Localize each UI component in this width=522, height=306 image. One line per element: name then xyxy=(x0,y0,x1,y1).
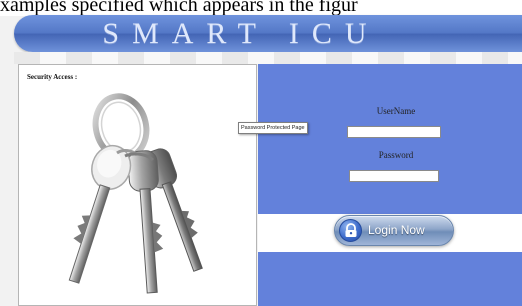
keys-icon xyxy=(68,93,203,294)
username-label: UserName xyxy=(376,106,416,116)
password-label: Password xyxy=(378,150,414,160)
username-input[interactable] xyxy=(347,126,441,138)
login-button[interactable]: Login Now xyxy=(334,215,454,246)
figure-caption: xamples specified which appears in the f… xyxy=(0,0,522,16)
smart-icu-login-page: xamples specified which appears in the f… xyxy=(0,0,522,306)
password-input[interactable] xyxy=(349,170,439,182)
security-access-panel: Security Access : xyxy=(18,64,257,306)
header-divider-strip xyxy=(14,52,522,64)
lock-icon xyxy=(339,219,362,242)
login-button-label: Login Now xyxy=(368,223,425,237)
header-banner: SMART ICU xyxy=(14,15,522,52)
password-protected-tooltip: Password Protected Page xyxy=(238,122,308,134)
login-panel: UserName Password Login Now xyxy=(258,64,522,306)
app-title: SMART ICU xyxy=(102,17,380,50)
